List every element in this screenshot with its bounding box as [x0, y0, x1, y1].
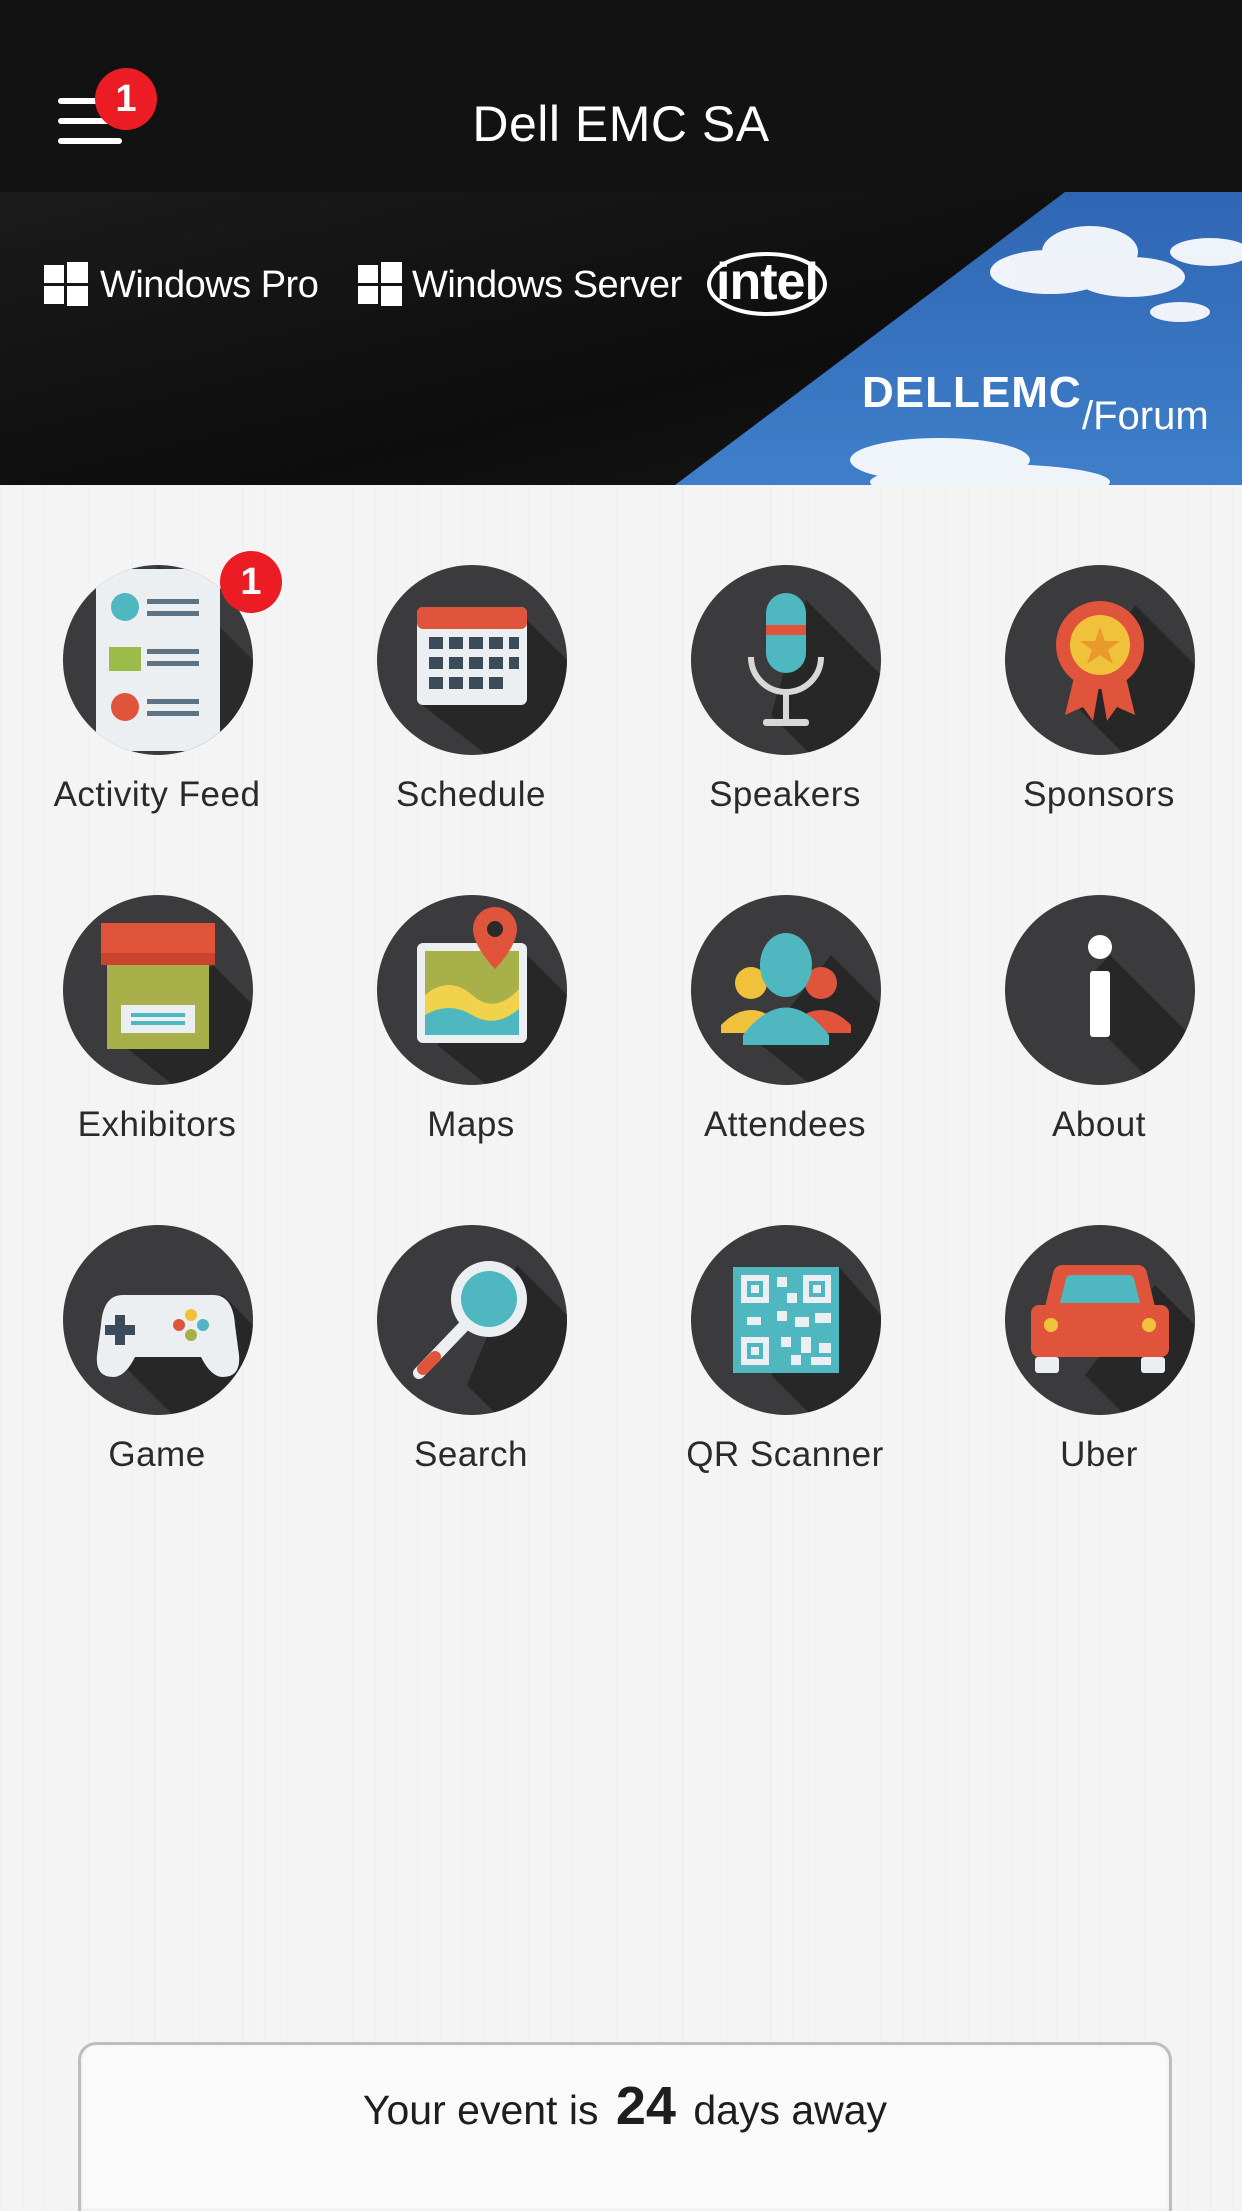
page-title: Dell EMC SA	[472, 96, 770, 152]
tile-exhibitors[interactable]: Exhibitors	[0, 815, 314, 1144]
tile-speakers[interactable]: Speakers	[628, 485, 942, 814]
top-app-bar: 1 Dell EMC SA	[0, 0, 1242, 192]
tile-activity-feed[interactable]: 1 Activity Feed	[0, 485, 314, 814]
countdown-prefix: Your event is	[362, 2087, 599, 2133]
countdown-text: Your event is 24 days away	[81, 2075, 1169, 2137]
tile-search[interactable]: Search	[314, 1145, 628, 1474]
gamepad-icon	[63, 1225, 253, 1415]
countdown-days-value: 24	[615, 2076, 676, 2136]
microphone-icon	[691, 565, 881, 755]
tile-schedule[interactable]: Schedule	[314, 485, 628, 814]
tile-qr-scanner[interactable]: QR Scanner	[628, 1145, 942, 1474]
forum-logo: /Forum	[1082, 394, 1209, 438]
people-icon	[691, 895, 881, 1085]
tile-label-activity-feed: Activity Feed	[53, 775, 261, 814]
countdown-suffix: days away	[693, 2087, 888, 2133]
calendar-icon	[377, 565, 567, 755]
event-countdown-panel: Your event is 24 days away	[78, 2042, 1172, 2211]
tile-label-maps: Maps	[427, 1105, 515, 1144]
tile-game[interactable]: Game	[0, 1145, 314, 1474]
tile-label-attendees: Attendees	[703, 1105, 867, 1144]
event-banner[interactable]: Windows Pro Windows Server intel DELLEMC…	[0, 192, 1242, 485]
tile-label-about: About	[1052, 1105, 1146, 1144]
magnifier-icon	[377, 1225, 567, 1415]
tile-about[interactable]: About	[942, 815, 1242, 1144]
windows-logo-icon	[44, 262, 88, 306]
award-ribbon-icon	[1005, 565, 1195, 755]
tile-maps[interactable]: Maps	[314, 815, 628, 1144]
tile-label-speakers: Speakers	[709, 775, 861, 814]
windows-pro-logo: Windows Pro	[100, 264, 319, 306]
booth-icon	[63, 895, 253, 1085]
tile-label-uber: Uber	[1060, 1435, 1138, 1474]
tile-attendees[interactable]: Attendees	[628, 815, 942, 1144]
windows-server-logo: Windows Server	[412, 264, 682, 306]
activity-feed-badge: 1	[220, 551, 282, 613]
tile-label-qr-scanner: QR Scanner	[686, 1435, 884, 1474]
windows-server-logo-icon	[358, 262, 402, 306]
tile-label-schedule: Schedule	[396, 775, 546, 814]
tile-sponsors[interactable]: Sponsors	[942, 485, 1242, 814]
dell-emc-logo: DELLEMC	[862, 368, 1082, 417]
tile-label-sponsors: Sponsors	[1023, 775, 1175, 814]
qr-code-icon	[691, 1225, 881, 1415]
tile-label-exhibitors: Exhibitors	[77, 1105, 237, 1144]
tile-uber[interactable]: Uber	[942, 1145, 1242, 1474]
intel-logo: intel	[716, 253, 819, 311]
info-icon	[1005, 895, 1195, 1085]
tile-label-search: Search	[414, 1435, 528, 1474]
map-pin-icon	[377, 895, 567, 1085]
tile-label-game: Game	[108, 1435, 206, 1474]
car-icon	[1005, 1225, 1195, 1415]
